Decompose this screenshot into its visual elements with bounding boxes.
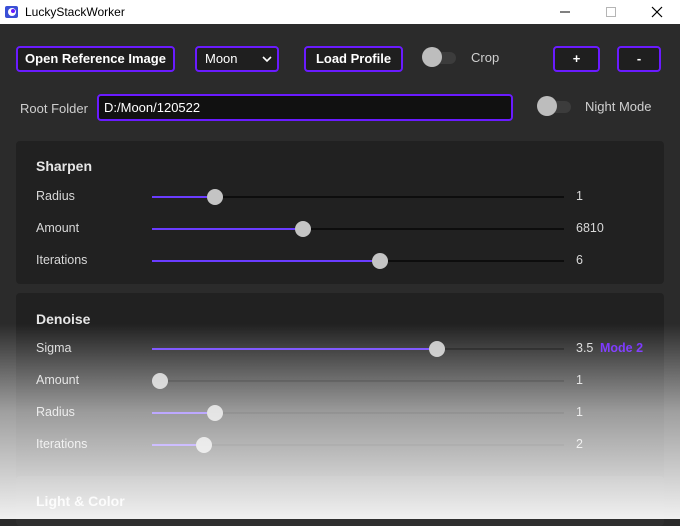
denoise-iterations-value: 2 bbox=[576, 437, 583, 451]
sharpen-iterations-slider[interactable] bbox=[152, 253, 564, 269]
slider-thumb[interactable] bbox=[207, 405, 223, 421]
denoise-radius-label: Radius bbox=[36, 405, 75, 419]
maximize-button[interactable] bbox=[588, 0, 634, 24]
denoise-title: Denoise bbox=[36, 311, 91, 327]
app-icon bbox=[5, 6, 18, 18]
chevron-down-icon bbox=[262, 56, 272, 63]
slider-fill bbox=[152, 412, 215, 414]
window-title: LuckyStackWorker bbox=[25, 5, 125, 19]
slider-thumb[interactable] bbox=[196, 437, 212, 453]
denoise-sigma-label: Sigma bbox=[36, 341, 72, 355]
profile-select[interactable]: Moon bbox=[195, 46, 279, 72]
sharpen-radius-slider[interactable] bbox=[152, 189, 564, 205]
title-bar: LuckyStackWorker bbox=[0, 0, 680, 24]
profile-select-value: Moon bbox=[205, 51, 238, 66]
root-folder-input[interactable]: D:/Moon/120522 bbox=[97, 94, 513, 121]
denoise-radius-slider[interactable] bbox=[152, 405, 564, 421]
slider-rail bbox=[152, 380, 564, 382]
denoise-iterations-label: Iterations bbox=[36, 437, 88, 451]
main-content: Open Reference Image Moon Load Profile C… bbox=[0, 24, 680, 526]
night-mode-toggle[interactable] bbox=[537, 96, 573, 116]
slider-fill bbox=[152, 260, 380, 262]
slider-thumb[interactable] bbox=[295, 221, 311, 237]
maximize-icon bbox=[606, 7, 616, 17]
open-reference-image-button[interactable]: Open Reference Image bbox=[16, 46, 175, 72]
denoise-amount-slider[interactable] bbox=[152, 373, 564, 389]
night-mode-toggle-knob bbox=[537, 96, 557, 116]
sharpen-radius-value: 1 bbox=[576, 189, 583, 203]
slider-thumb[interactable] bbox=[429, 341, 445, 357]
sharpen-panel: Sharpen Radius 1 Amount 6810 Iterations … bbox=[16, 141, 664, 284]
close-button[interactable] bbox=[634, 0, 680, 24]
denoise-panel: Denoise Sigma 3.5 Mode 2 Amount 1 Radius… bbox=[16, 293, 664, 481]
sharpen-amount-slider[interactable] bbox=[152, 221, 564, 237]
denoise-iterations-slider[interactable] bbox=[152, 437, 564, 453]
crop-toggle-knob bbox=[422, 47, 442, 67]
denoise-amount-value: 1 bbox=[576, 373, 583, 387]
denoise-radius-value: 1 bbox=[576, 405, 583, 419]
slider-thumb[interactable] bbox=[372, 253, 388, 269]
denoise-amount-label: Amount bbox=[36, 373, 80, 387]
root-folder-label: Root Folder bbox=[20, 101, 88, 116]
minimize-icon bbox=[560, 11, 570, 13]
slider-thumb[interactable] bbox=[152, 373, 168, 389]
sharpen-title: Sharpen bbox=[36, 158, 93, 174]
slider-rail bbox=[152, 444, 564, 446]
crop-label: Crop bbox=[471, 50, 500, 65]
sharpen-amount-label: Amount bbox=[36, 221, 80, 235]
denoise-mode-link[interactable]: Mode 2 bbox=[600, 341, 643, 355]
add-button[interactable]: + bbox=[553, 46, 600, 72]
denoise-sigma-value: 3.5 bbox=[576, 341, 594, 355]
close-icon bbox=[651, 6, 663, 18]
crop-toggle[interactable] bbox=[422, 47, 458, 67]
sharpen-radius-label: Radius bbox=[36, 189, 75, 203]
night-mode-label: Night Mode bbox=[585, 99, 652, 114]
minimize-button[interactable] bbox=[542, 0, 588, 24]
sharpen-iterations-label: Iterations bbox=[36, 253, 88, 267]
slider-fill bbox=[152, 348, 437, 350]
sharpen-iterations-value: 6 bbox=[576, 253, 583, 267]
remove-button[interactable]: - bbox=[617, 46, 661, 72]
slider-thumb[interactable] bbox=[207, 189, 223, 205]
sharpen-amount-value: 6810 bbox=[576, 221, 604, 235]
denoise-sigma-slider[interactable] bbox=[152, 341, 564, 357]
slider-fill bbox=[152, 196, 215, 198]
load-profile-button[interactable]: Load Profile bbox=[304, 46, 403, 72]
slider-fill bbox=[152, 228, 303, 230]
light-color-title: Light & Color bbox=[36, 493, 125, 509]
